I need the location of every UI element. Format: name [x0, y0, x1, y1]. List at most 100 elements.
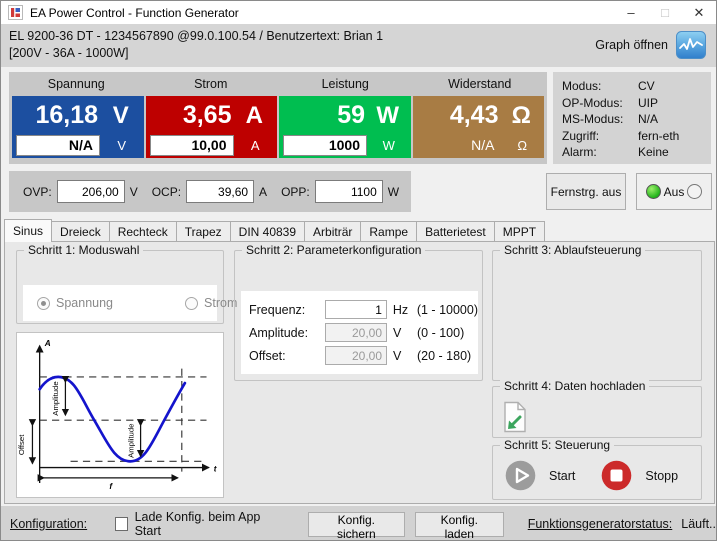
- step2-group: Schritt 2: Parameterkonfiguration Freque…: [234, 250, 483, 381]
- sinus-tab-panel: Schritt 1: Moduswahl Spannung Strom Schr…: [4, 241, 715, 504]
- channel-label-resistance: Widerstand: [413, 77, 548, 91]
- ovp-label: OVP:: [23, 185, 52, 199]
- tab-sinus[interactable]: Sinus: [4, 219, 52, 242]
- amplitude-input[interactable]: [325, 323, 387, 342]
- start-label: Start: [549, 469, 575, 483]
- status-value-op-modus: UIP: [638, 96, 658, 110]
- current-set-input[interactable]: [150, 135, 234, 156]
- step4-group: Schritt 4: Daten hochladen: [492, 386, 702, 438]
- output-toggle[interactable]: Aus: [636, 173, 712, 210]
- channel-label-power: Leistung: [278, 77, 413, 91]
- frequency-input[interactable]: [325, 300, 387, 319]
- voltage-unit: V: [98, 102, 144, 130]
- tab-trapez[interactable]: Trapez: [176, 221, 231, 242]
- ovp-unit: V: [130, 185, 138, 199]
- radio-spannung[interactable]: Spannung: [37, 296, 113, 310]
- radio-icon: [185, 297, 198, 310]
- ocp-unit: A: [259, 185, 267, 199]
- tab-rampe[interactable]: Rampe: [360, 221, 417, 242]
- power-display: 59 W W: [279, 96, 411, 158]
- maximize-icon[interactable]: □: [648, 1, 682, 24]
- open-graph-label: Graph öffnen: [595, 38, 668, 52]
- offset-input[interactable]: [325, 346, 387, 365]
- save-config-button[interactable]: Konfig. sichern: [308, 512, 405, 537]
- resistance-display: 4,43 Ω N/A Ω: [413, 96, 545, 158]
- current-set-unit: A: [234, 138, 278, 153]
- upload-file-icon[interactable]: [502, 401, 528, 433]
- tab-mppt[interactable]: MPPT: [494, 221, 545, 242]
- tab-batterietest[interactable]: Batterietest: [416, 221, 495, 242]
- ovp-input[interactable]: [57, 180, 125, 203]
- step5-title: Schritt 5: Steuerung: [500, 438, 614, 452]
- voltage-set-input[interactable]: [16, 135, 100, 156]
- stop-icon[interactable]: [601, 460, 632, 491]
- offset-range: (20 - 180): [417, 349, 471, 363]
- title-bar: EA Power Control - Function Generator – …: [1, 1, 716, 24]
- offset-unit: V: [393, 349, 417, 363]
- footer-bar: Konfiguration: Lade Konfig. beim App Sta…: [1, 506, 716, 541]
- open-graph-button[interactable]: Graph öffnen: [595, 31, 706, 59]
- function-tabs: Sinus Dreieck Rechteck Trapez DIN 40839 …: [4, 219, 544, 242]
- minimize-icon[interactable]: –: [614, 1, 648, 24]
- status-label-ms-modus: MS-Modus:: [562, 112, 638, 126]
- fg-status-value: Läuft..: [681, 517, 716, 531]
- opp-label: OPP:: [281, 185, 310, 199]
- frequency-label: Frequenz:: [249, 303, 325, 317]
- device-header: EL 9200-36 DT - 1234567890 @99.0.100.54 …: [1, 24, 716, 67]
- play-icon[interactable]: [505, 460, 536, 491]
- resistance-set-unit: Ω: [501, 138, 545, 153]
- led-on-icon: [646, 184, 661, 199]
- close-icon[interactable]: ✕: [682, 1, 716, 24]
- ocp-label: OCP:: [152, 185, 181, 199]
- device-info-line1: EL 9200-36 DT - 1234567890 @99.0.100.54 …: [9, 29, 383, 43]
- step5-group: Schritt 5: Steuerung Start Stopp: [492, 445, 702, 500]
- mode-radio-panel: Spannung Strom: [23, 285, 217, 321]
- current-display: 3,65 A A: [146, 96, 278, 158]
- amplitude-upper-label: Amplitude: [51, 381, 60, 415]
- graph-icon[interactable]: [676, 31, 706, 59]
- resistance-unit: Ω: [499, 102, 545, 130]
- axis-t-label: t: [214, 465, 218, 474]
- power-set-input[interactable]: [283, 135, 367, 156]
- autoload-label: Lade Konfig. beim App Start: [135, 510, 270, 538]
- tab-rechteck[interactable]: Rechteck: [109, 221, 177, 242]
- tab-din40839[interactable]: DIN 40839: [230, 221, 305, 242]
- amplitude-unit: V: [393, 326, 417, 340]
- status-label-alarm: Alarm:: [562, 145, 638, 159]
- remote-control-button[interactable]: Fernstrg. aus: [546, 173, 626, 210]
- protection-panel: OVP: V OCP: A OPP: W: [9, 171, 411, 212]
- step3-group: Schritt 3: Ablaufsteuerung: [492, 250, 702, 381]
- status-value-ms-modus: N/A: [638, 112, 658, 126]
- fg-status-label: Funktionsgeneratorstatus:: [528, 517, 673, 531]
- power-set-unit: W: [367, 138, 411, 153]
- status-value-alarm: Keine: [638, 145, 669, 159]
- power-unit: W: [365, 102, 411, 130]
- autoload-checkbox[interactable]: [115, 517, 127, 531]
- radio-strom[interactable]: Strom: [185, 296, 237, 310]
- status-label-zugriff: Zugriff:: [562, 129, 638, 143]
- load-config-button[interactable]: Konfig. laden: [415, 512, 504, 537]
- step4-title: Schritt 4: Daten hochladen: [500, 379, 649, 393]
- status-label-op-modus: OP-Modus:: [562, 96, 638, 110]
- measurement-panel: Spannung Strom Leistung Widerstand 16,18…: [9, 72, 547, 164]
- opp-input[interactable]: [315, 180, 383, 203]
- remote-control-label: Fernstrg. aus: [551, 185, 622, 199]
- power-value: 59: [279, 101, 365, 130]
- status-panel: Modus:CV OP-Modus:UIP MS-Modus:N/A Zugri…: [553, 72, 711, 164]
- window-title: EA Power Control - Function Generator: [30, 6, 239, 20]
- step3-title: Schritt 3: Ablaufsteuerung: [500, 243, 645, 257]
- parameter-panel: Frequenz: Hz (1 - 10000) Amplitude: V (0…: [241, 291, 478, 374]
- axis-a-label: A: [44, 339, 51, 348]
- tab-arbitraer[interactable]: Arbiträr: [304, 221, 361, 242]
- amplitude-label: Amplitude:: [249, 326, 325, 340]
- radio-spannung-label: Spannung: [56, 296, 113, 310]
- app-window: EA Power Control - Function Generator – …: [0, 0, 717, 541]
- step2-title: Schritt 2: Parameterkonfiguration: [242, 243, 425, 257]
- device-info-line2: [200V - 36A - 1000W]: [9, 46, 129, 60]
- configuration-label: Konfiguration:: [10, 517, 87, 531]
- stop-label: Stopp: [645, 469, 678, 483]
- frequency-unit: Hz: [393, 303, 417, 317]
- period-label: f: [109, 482, 113, 491]
- tab-dreieck[interactable]: Dreieck: [51, 221, 110, 242]
- ocp-input[interactable]: [186, 180, 254, 203]
